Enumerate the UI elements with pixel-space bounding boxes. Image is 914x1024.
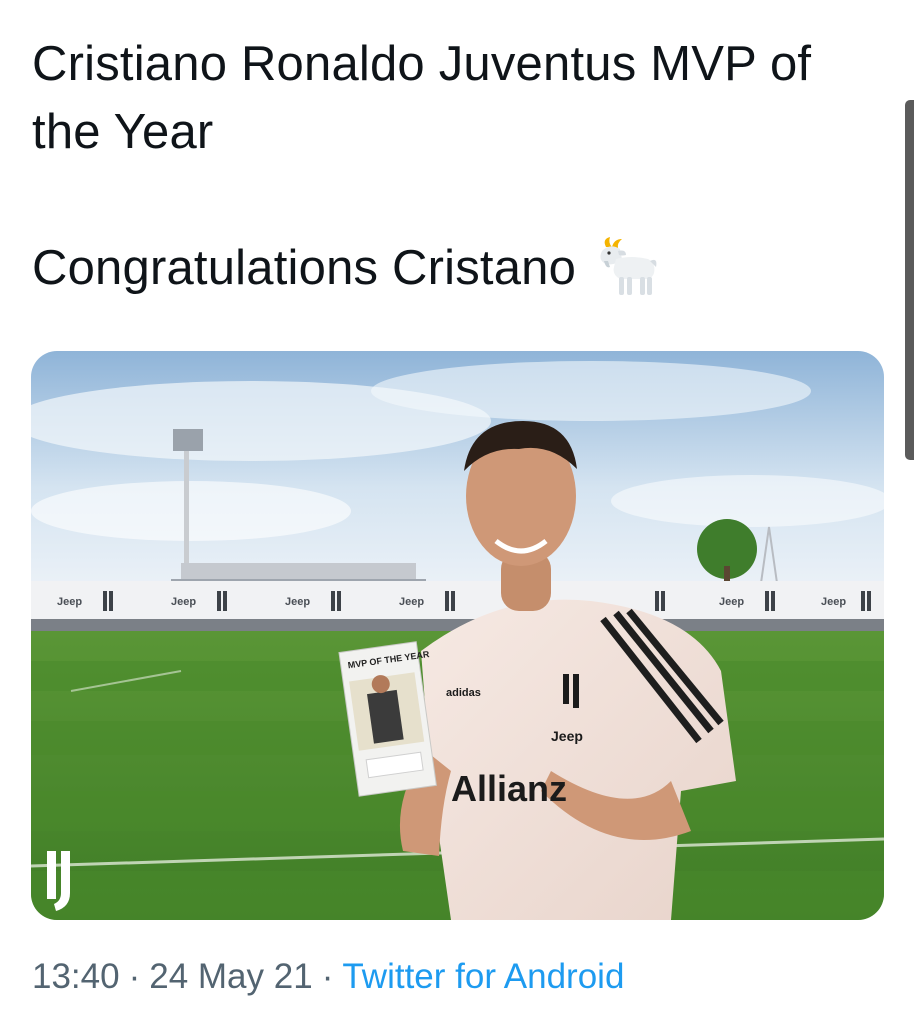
svg-text:Jeep: Jeep bbox=[171, 596, 196, 608]
shirt-brand-logo: Jeep bbox=[551, 728, 583, 744]
svg-text:Jeep: Jeep bbox=[821, 596, 846, 608]
photo-ronaldo-mvp: Jeep Jeep Jeep Jeep Jeep Jeep MVP OF THE… bbox=[31, 351, 884, 920]
tweet-meta: 13:40 · 24 May 21 · Twitter for Android bbox=[32, 952, 624, 1002]
tweet-date: 24 May 21 bbox=[149, 957, 313, 996]
tweet-line-title: Cristiano Ronaldo Juventus MVP of the Ye… bbox=[32, 37, 812, 159]
tweet-congrats-text: Congratulations Cristano bbox=[32, 241, 577, 295]
scrollbar[interactable] bbox=[905, 100, 914, 460]
svg-text:Jeep: Jeep bbox=[719, 596, 744, 608]
tweet-text: Cristiano Ronaldo Juventus MVP of the Ye… bbox=[32, 30, 882, 302]
tweet-line-congrats: Congratulations Cristano bbox=[32, 234, 882, 302]
tweet-time: 13:40 bbox=[32, 957, 120, 996]
tweet-source-link[interactable]: Twitter for Android bbox=[342, 957, 624, 996]
kit-maker-logo: adidas bbox=[446, 687, 481, 699]
meta-separator: · bbox=[128, 957, 141, 996]
meta-separator-2: · bbox=[321, 957, 334, 996]
shirt-sponsor-logo: Allianz bbox=[451, 768, 567, 809]
goat-icon bbox=[600, 237, 657, 295]
svg-text:Jeep: Jeep bbox=[285, 596, 310, 608]
tweet-photo[interactable]: Jeep Jeep Jeep Jeep Jeep Jeep MVP OF THE… bbox=[31, 351, 884, 920]
svg-text:Jeep: Jeep bbox=[57, 596, 82, 608]
svg-text:Jeep: Jeep bbox=[399, 596, 424, 608]
